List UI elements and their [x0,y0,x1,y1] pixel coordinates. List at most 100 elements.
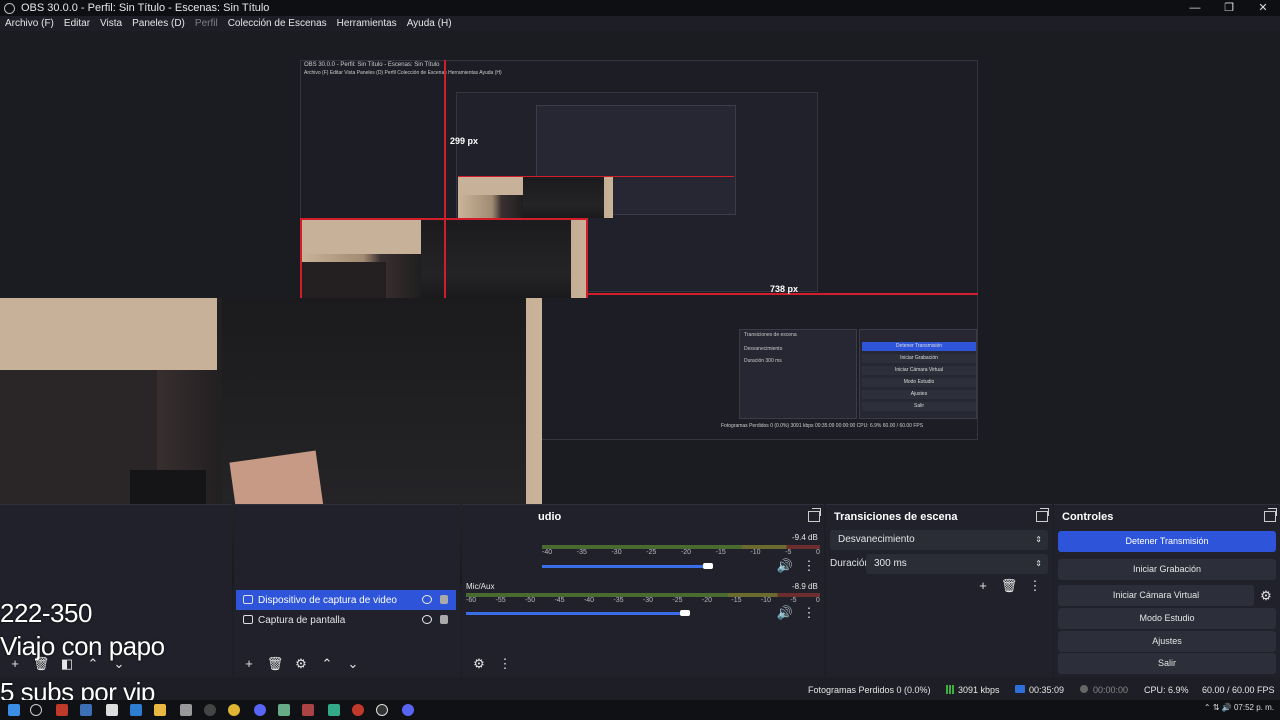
tick: -25 [646,549,657,556]
visibility-eye-icon[interactable] [422,615,432,624]
transition-menu-icon[interactable]: ⋮ [1022,576,1048,596]
network-icon[interactable]: ⇅ [1213,703,1220,712]
source-label: Captura de pantalla [258,614,346,626]
taskbar-news-icon[interactable] [56,704,68,716]
track2-speaker-icon[interactable]: 🔊 [772,603,798,623]
controls-title: Controles [1062,511,1114,523]
file-explorer-icon[interactable] [154,704,166,716]
undock-icon[interactable] [1036,508,1049,522]
chrome-icon[interactable] [228,704,240,716]
track1-speaker-icon[interactable]: 🔊 [772,556,798,576]
move-source-up-chevron-icon[interactable]: ⌃ [314,654,340,674]
system-tray: ⌃ ⇅ 🔊 07:52 p. m. [1204,703,1274,712]
taskbar-notes-icon[interactable] [106,704,118,716]
overlay-line-1: 222-350 [0,598,92,628]
tick: -20 [701,597,712,604]
visibility-eye-icon[interactable] [422,595,432,604]
taskbar-app-icon[interactable] [278,704,290,716]
menu-paneles[interactable]: Paneles (D) [127,16,190,31]
taskbar-widget-icon[interactable] [80,704,92,716]
menu-vista[interactable]: Vista [95,16,127,31]
nested-virtual-cam-button: Iniciar Cámara Virtual [862,366,976,375]
track2-name: Mic/Aux [466,582,495,591]
track1-volume-slider[interactable] [542,565,708,568]
clock[interactable]: 07:52 p. m. [1234,703,1274,712]
tick: -5 [785,549,792,556]
undock-icon[interactable] [808,508,821,522]
taskbar-store-icon[interactable] [130,704,142,716]
mixer-menu-icon[interactable]: ⋮ [492,654,518,674]
nested-exit-button: Salir [862,402,976,411]
settings-button[interactable]: Ajustes [1058,631,1276,652]
remove-source-trash-icon[interactable]: 🗑 [262,654,288,674]
exit-button[interactable]: Salir [1058,653,1276,674]
nested-menu-bar: Archivo (F) Editar Vista Paneles (D) Per… [304,70,502,76]
taskbar-app-icon[interactable] [302,704,314,716]
taskbar-app-icon[interactable] [328,704,340,716]
lock-icon[interactable] [440,595,448,604]
add-transition-button[interactable]: + [970,576,996,596]
status-bar: Fotogramas Perdidos 0 (0.0%) 3091 kbps 0… [0,680,1280,700]
add-source-button[interactable]: + [236,654,262,674]
start-windows-icon[interactable] [8,704,20,716]
taskbar-app-icon[interactable] [180,704,192,716]
minimize-button[interactable]: — [1178,0,1212,16]
transitions-title: Transiciones de escena [834,511,958,523]
discord-icon[interactable] [402,704,414,716]
source-properties-gear-icon[interactable]: ⚙ [288,654,314,674]
duration-spinbox[interactable]: 300 ms ⇕ [866,554,1048,574]
transitions-toolbar: + 🗑 ⋮ [970,576,1048,596]
track1-menu-icon[interactable]: ⋮ [796,556,822,576]
signal-bars-icon [946,685,954,694]
source-item-screen-capture[interactable]: Captura de pantalla [236,610,456,630]
transition-select[interactable]: Desvanecimiento ⇕ [830,530,1048,550]
nested-duration-label: Duración [744,358,765,364]
menu-bar: Archivo (F) Editar Vista Paneles (D) Per… [0,16,1280,31]
select-arrows-icon: ⇕ [1035,535,1042,544]
nested-controls-dock: Detener Transmisión Iniciar Grabación In… [859,329,977,419]
remove-transition-trash-icon[interactable]: 🗑 [996,576,1022,596]
track2-volume-slider[interactable] [466,612,685,615]
audio-mixer-dock: udio [462,504,824,677]
tick: -40 [542,549,553,556]
search-icon[interactable] [30,704,42,716]
tick: -55 [495,597,506,604]
discord-icon[interactable] [254,704,266,716]
menu-perfil[interactable]: Perfil [190,16,223,31]
virtual-camera-gear-icon[interactable]: ⚙ [1256,586,1276,606]
taskbar-github-icon[interactable] [204,704,216,716]
track2-volume-handle[interactable] [680,610,690,616]
maximize-button[interactable]: ❐ [1212,0,1246,16]
title-bar: OBS 30.0.0 - Perfil: Sin Título - Escena… [0,0,1280,16]
stop-streaming-button[interactable]: Detener Transmisión [1058,531,1276,552]
tick: 0 [815,549,820,556]
tick: -15 [731,597,742,604]
menu-editar[interactable]: Editar [59,16,95,31]
camera-icon [243,595,253,604]
start-recording-button[interactable]: Iniciar Grabación [1058,559,1276,580]
bounding-box-left [300,218,302,298]
track2-menu-icon[interactable]: ⋮ [796,603,822,623]
start-virtual-camera-button[interactable]: Iniciar Cámara Virtual [1058,585,1254,606]
menu-archivo[interactable]: Archivo (F) [0,16,59,31]
studio-mode-button[interactable]: Modo Estudio [1058,608,1276,629]
close-button[interactable]: ✕ [1246,0,1280,16]
tick: -40 [583,597,595,604]
source-item-video-capture[interactable]: Dispositivo de captura de video [236,590,456,610]
move-source-down-chevron-icon[interactable]: ⌄ [340,654,366,674]
nested-start-recording-button: Iniciar Grabación [862,354,976,363]
sources-toolbar: + 🗑 ⚙ ⌃ ⌄ [236,654,366,674]
volume-icon[interactable]: 🔊 [1222,703,1232,712]
obs-taskbar-icon[interactable] [376,704,388,716]
menu-herramientas[interactable]: Herramientas [332,16,402,31]
tray-chevron-icon[interactable]: ⌃ [1204,703,1211,712]
stream-time: 00:35:09 [1029,685,1065,695]
opera-icon[interactable] [352,704,364,716]
menu-coleccion-escenas[interactable]: Colección de Escenas [223,16,332,31]
undock-icon[interactable] [1264,508,1277,522]
track2-ticks: -60 -55 -50 -45 -40 -35 -30 -25 -20 -15 -10 -5 0 [466,597,820,604]
advanced-audio-gear-icon[interactable]: ⚙ [466,654,492,674]
track1-volume-handle[interactable] [703,563,713,569]
menu-ayuda[interactable]: Ayuda (H) [402,16,457,31]
lock-icon[interactable] [440,615,448,624]
